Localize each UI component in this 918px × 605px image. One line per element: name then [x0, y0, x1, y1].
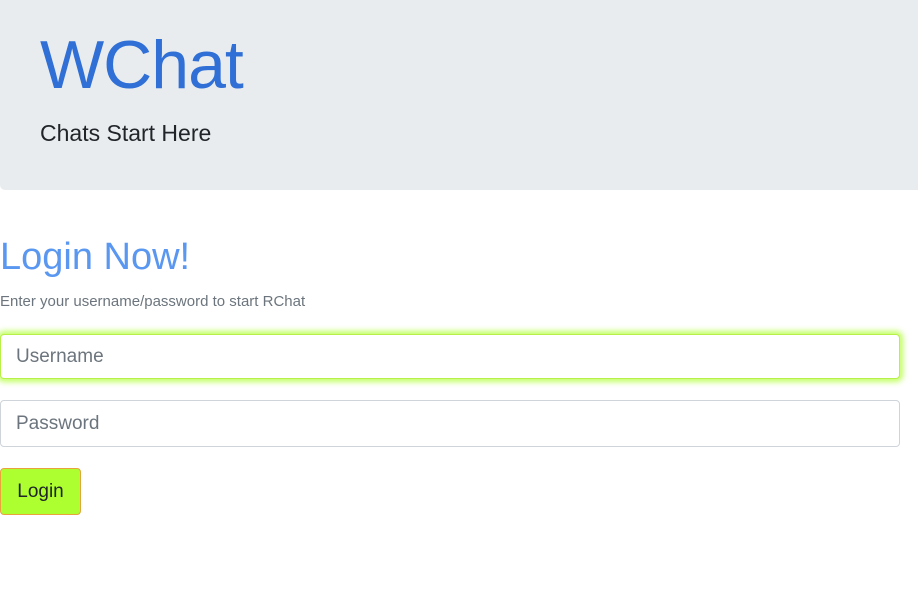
password-input[interactable]	[0, 400, 900, 447]
app-tagline: Chats Start Here	[40, 120, 212, 146]
login-instructions: Enter your username/password to start RC…	[0, 293, 306, 310]
login-button[interactable]: Login	[0, 468, 81, 515]
login-heading: Login Now!	[0, 236, 191, 278]
header-jumbotron: WChat Chats Start Here	[0, 0, 918, 190]
app-title: WChat	[40, 27, 244, 103]
username-input[interactable]	[0, 334, 900, 379]
